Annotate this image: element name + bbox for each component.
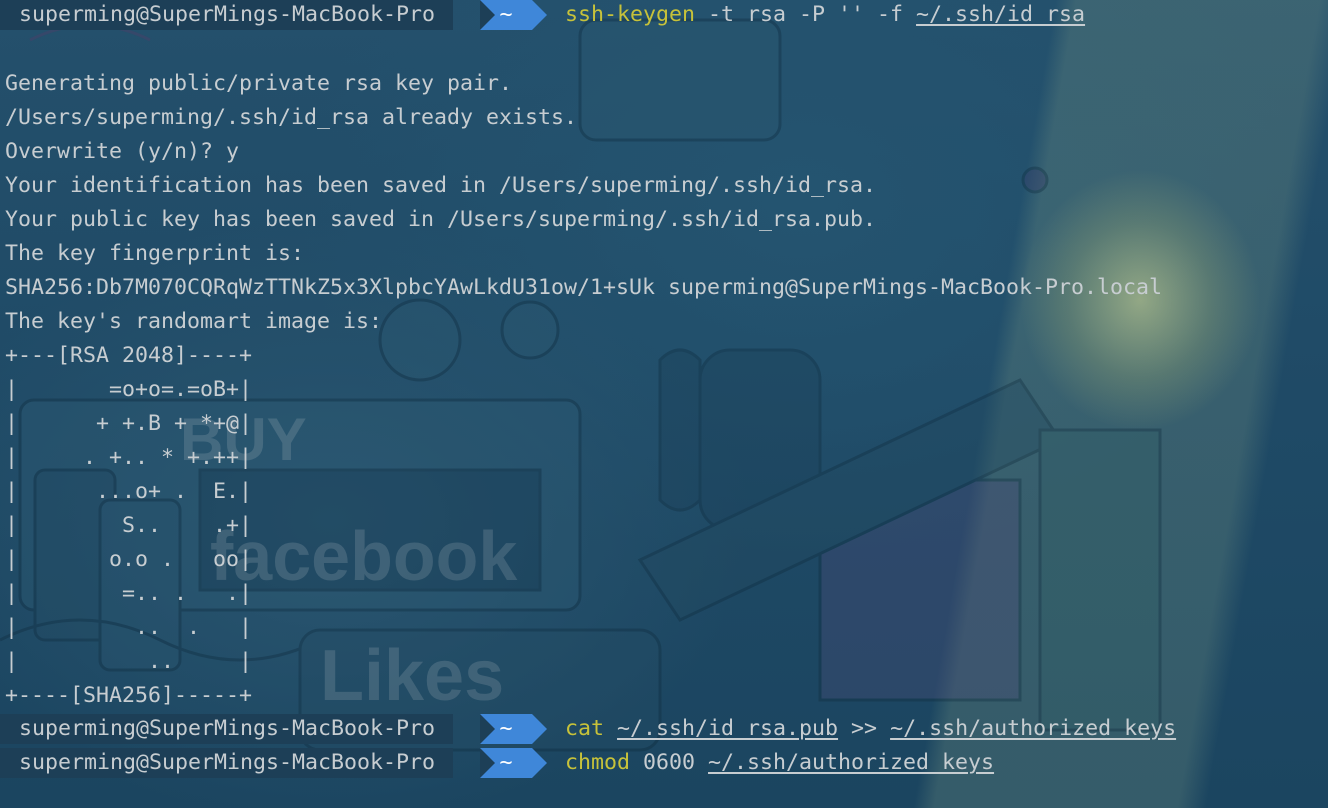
output-line: The key fingerprint is:	[5, 241, 305, 266]
randomart-line: | =.. . .|	[5, 581, 253, 606]
command-keyword: cat	[565, 716, 605, 741]
command-keyword: ssh-keygen	[565, 2, 696, 27]
prompt-directory: ~	[480, 748, 547, 778]
command-keyword: chmod	[565, 750, 631, 775]
command-redirect: >>	[838, 716, 891, 741]
randomart-line: | o.o . oo|	[5, 547, 253, 572]
randomart-line: +----[SHA256]-----+	[5, 683, 253, 708]
prompt-line: superming@SuperMings-MacBook-Pro ~ cat ~…	[0, 714, 1328, 748]
randomart-line: | ...o+ . E.|	[5, 479, 253, 504]
prompt-directory: ~	[480, 714, 547, 744]
command-text[interactable]: chmod 0600 ~/.ssh/authorized_keys	[565, 748, 994, 778]
command-args	[604, 716, 617, 741]
randomart-line: | + +.B + *+@|	[5, 411, 253, 436]
prompt-user-host: superming@SuperMings-MacBook-Pro	[0, 714, 454, 744]
svg-text:Likes: Likes	[320, 636, 504, 716]
output-line: Your identification has been saved in /U…	[5, 173, 877, 198]
randomart-line: | .. . |	[5, 615, 253, 640]
output-line: Overwrite (y/n)? y	[5, 139, 240, 164]
prompt-directory: ~	[480, 0, 547, 30]
output-line: /Users/superming/.ssh/id_rsa already exi…	[5, 105, 578, 130]
randomart-line: | . +.. * +.++|	[5, 445, 253, 470]
command-args: 0600	[630, 750, 709, 775]
prompt-line: superming@SuperMings-MacBook-Pro ~ chmod…	[0, 748, 1328, 782]
terminal-window[interactable]: facebook BUY Likes superming@SuperMings-…	[0, 0, 1328, 808]
output-line: The key's randomart image is:	[5, 309, 383, 334]
randomart-line: | =o+o=.=oB+|	[5, 377, 253, 402]
command-text[interactable]: cat ~/.ssh/id_rsa.pub >> ~/.ssh/authoriz…	[565, 714, 1176, 744]
prompt-user-host: superming@SuperMings-MacBook-Pro	[0, 0, 454, 30]
output-line: Your public key has been saved in /Users…	[5, 207, 877, 232]
randomart-line: +---[RSA 2048]----+	[5, 343, 253, 368]
command-path: ~/.ssh/authorized_keys	[890, 716, 1177, 741]
command-path: ~/.ssh/authorized_keys	[708, 750, 995, 775]
prompt-user-host: superming@SuperMings-MacBook-Pro	[0, 748, 454, 778]
command-path: ~/.ssh/id_rsa	[916, 2, 1086, 27]
command-args: -t rsa -P '' -f	[695, 2, 917, 27]
output-line: Generating public/private rsa key pair.	[5, 71, 513, 96]
command-text[interactable]: ssh-keygen -t rsa -P '' -f ~/.ssh/id_rsa	[565, 0, 1085, 30]
fingerprint-line: SHA256:Db7M070CQRqWzTTNkZ5x3XlpbcYAwLkdU…	[5, 275, 1163, 300]
command-path: ~/.ssh/id_rsa.pub	[617, 716, 839, 741]
svg-text:facebook: facebook	[210, 517, 517, 595]
randomart-line: | .. |	[5, 649, 253, 674]
randomart-line: | S.. .+|	[5, 513, 253, 538]
prompt-line: superming@SuperMings-MacBook-Pro ~ ssh-k…	[0, 0, 1328, 34]
